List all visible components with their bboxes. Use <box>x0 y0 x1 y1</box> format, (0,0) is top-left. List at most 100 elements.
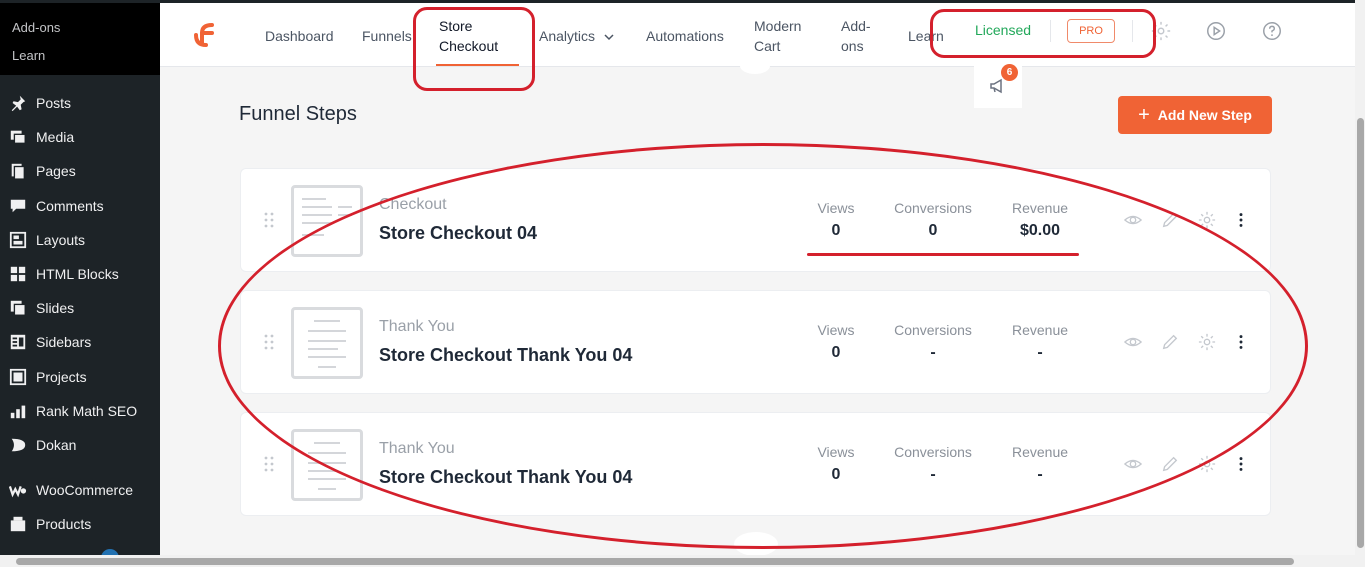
sidebar-item-media[interactable]: Media <box>0 122 160 152</box>
eye-icon[interactable] <box>1123 333 1143 351</box>
more-options-icon[interactable] <box>1232 455 1250 473</box>
sidebar-item-comments[interactable]: Comments <box>0 191 160 221</box>
nav-analytics[interactable]: Analytics <box>539 26 615 46</box>
sidebar-item-projects[interactable]: Projects <box>0 362 160 392</box>
page-title: Funnel Steps <box>239 103 357 125</box>
nav-learn[interactable]: Learn <box>908 26 944 46</box>
stat-views: Views 0 <box>806 200 866 240</box>
stat-value: 0 <box>831 466 841 483</box>
nav-automations[interactable]: Automations <box>646 26 724 46</box>
drag-handle-icon[interactable] <box>263 455 275 473</box>
sidebar-item-posts[interactable]: Posts <box>0 88 160 118</box>
pro-badge: PRO <box>1067 19 1115 43</box>
submenu-item-learn[interactable]: Learn <box>12 48 45 63</box>
active-tab-indicator <box>436 64 519 66</box>
stat-value: - <box>1037 344 1043 361</box>
settings-gear-icon[interactable] <box>1198 211 1216 229</box>
cartflows-logo-icon[interactable] <box>194 21 220 49</box>
submenu-item-addons[interactable]: Add-ons <box>12 20 60 35</box>
more-options-icon[interactable] <box>1232 211 1250 229</box>
step-thumbnail[interactable] <box>291 185 363 257</box>
step-name[interactable]: Store Checkout Thank You 04 <box>379 467 632 488</box>
notification-count-badge: 6 <box>1001 64 1018 81</box>
nav-modern-cart[interactable]: Modern Cart <box>754 16 814 56</box>
stat-revenue: Revenue $0.00 <box>1005 200 1075 240</box>
stat-revenue: Revenue - <box>1005 322 1075 362</box>
step-type: Thank You <box>379 440 455 457</box>
sidebar-item-sidebars[interactable]: Sidebars <box>0 327 160 357</box>
eye-icon[interactable] <box>1123 455 1143 473</box>
sidebar-item-woocommerce[interactable]: WooCommerce <box>0 475 160 505</box>
settings-gear-icon[interactable] <box>1198 333 1216 351</box>
edit-pencil-icon[interactable] <box>1161 211 1179 229</box>
nav-dashboard[interactable]: Dashboard <box>265 26 334 46</box>
stat-label: Conversions <box>894 200 972 216</box>
pages-icon <box>9 162 27 180</box>
nav-add-ons[interactable]: Add-ons <box>841 16 881 56</box>
sidebar-item-label: Rank Math SEO <box>36 403 138 419</box>
divider <box>1132 20 1133 42</box>
add-new-step-label: Add New Step <box>1157 107 1252 123</box>
sidebar-item-pages[interactable]: Pages <box>0 156 160 186</box>
stat-views: Views 0 <box>806 322 866 362</box>
help-icon[interactable] <box>1261 20 1283 42</box>
sidebar-item-label: Pages <box>36 163 76 179</box>
edit-pencil-icon[interactable] <box>1161 333 1179 351</box>
sidebar-item-label: Products <box>36 516 92 532</box>
step-name[interactable]: Store Checkout 04 <box>379 223 537 244</box>
more-options-icon[interactable] <box>1232 333 1250 351</box>
step-thumbnail[interactable] <box>291 429 363 501</box>
stat-label: Views <box>817 200 855 216</box>
sidebar-item-slides[interactable]: Slides <box>0 293 160 323</box>
sidebar-item-dokan[interactable]: Dokan <box>0 430 160 460</box>
sidebar-item-label: Media <box>36 129 75 145</box>
scrollbar-thumb[interactable] <box>1357 118 1364 548</box>
plus-icon: + <box>1138 104 1150 126</box>
eye-icon[interactable] <box>1123 211 1143 229</box>
nav-funnels[interactable]: Funnels <box>362 26 412 46</box>
sidebar-item-label: Layouts <box>36 232 86 248</box>
stat-label: Views <box>817 444 855 460</box>
woocommerce-icon <box>9 481 27 499</box>
vertical-scrollbar[interactable] <box>1355 0 1365 555</box>
sidebars-icon <box>9 333 27 351</box>
stat-label: Revenue <box>1011 200 1069 216</box>
settings-gear-icon[interactable] <box>1198 455 1216 473</box>
scrollbar-thumb[interactable] <box>16 558 1294 565</box>
edit-pencil-icon[interactable] <box>1161 455 1179 473</box>
stat-conversions: Conversions - <box>888 322 978 362</box>
sidebar-item-html-blocks[interactable]: HTML Blocks <box>0 259 160 289</box>
wp-admin-sidebar: Add-ons Learn Posts Media Pages Comments… <box>0 0 160 567</box>
play-video-icon[interactable] <box>1205 20 1227 42</box>
sidebar-item-rank-math[interactable]: Rank Math SEO <box>0 396 160 426</box>
stat-value: - <box>930 466 936 483</box>
stat-value: 0 <box>831 344 841 361</box>
sidebar-item-label: Projects <box>36 369 87 385</box>
drag-handle-icon[interactable] <box>263 333 275 351</box>
layouts-icon <box>9 231 27 249</box>
nav-store-checkout[interactable]: Store Checkout <box>439 16 519 56</box>
drag-handle-icon[interactable] <box>263 211 275 229</box>
media-icon <box>9 128 27 146</box>
stat-label: Revenue <box>1011 322 1069 338</box>
step-name[interactable]: Store Checkout Thank You 04 <box>379 345 632 366</box>
step-type: Thank You <box>379 318 455 335</box>
rankmath-icon <box>9 402 27 420</box>
sidebar-item-label: WooCommerce <box>36 482 133 498</box>
stat-value: - <box>1037 466 1043 483</box>
sidebar-item-layouts[interactable]: Layouts <box>0 225 160 255</box>
dokan-icon <box>9 436 27 454</box>
add-new-step-button[interactable]: + Add New Step <box>1118 96 1272 134</box>
stat-label: Views <box>817 322 855 338</box>
products-icon <box>9 515 27 533</box>
sidebar-item-products[interactable]: Products <box>0 509 160 539</box>
stat-conversions: Conversions - <box>888 444 978 484</box>
pin-icon <box>9 94 27 112</box>
stat-value: 0 <box>831 222 841 239</box>
gear-icon[interactable] <box>1150 20 1172 42</box>
horizontal-scrollbar[interactable] <box>0 555 1365 567</box>
step-thumbnail[interactable] <box>291 307 363 379</box>
comments-icon <box>9 197 27 215</box>
slides-icon <box>9 299 27 317</box>
stat-views: Views 0 <box>806 444 866 484</box>
